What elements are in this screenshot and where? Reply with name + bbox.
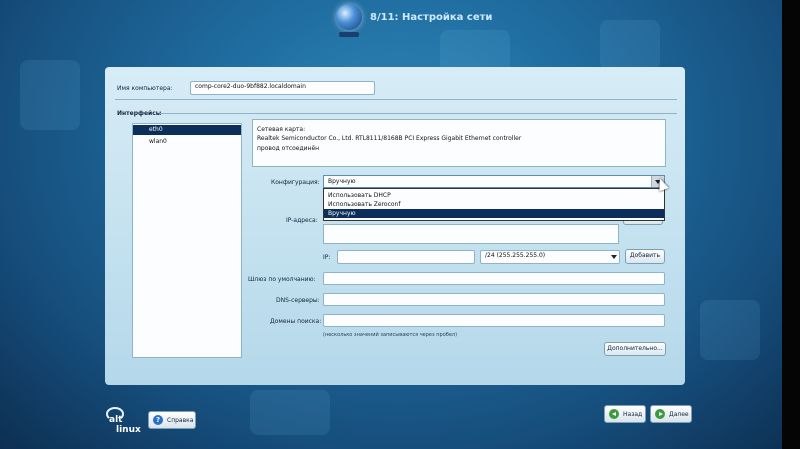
logo-text-linux: linux bbox=[116, 425, 141, 435]
logo-text-alt: alt bbox=[109, 415, 123, 425]
configuration-dropdown[interactable]: Использовать DHCP Использовать Zeroconf … bbox=[323, 188, 665, 221]
back-button[interactable]: Назад bbox=[604, 405, 646, 423]
interface-label: wlan0 bbox=[149, 138, 167, 145]
computer-name-field[interactable]: comp-core2-duo-9bf882.localdomain bbox=[190, 81, 375, 95]
option-label: Вручную bbox=[328, 210, 356, 217]
dns-label: DNS-серверы: bbox=[276, 297, 320, 304]
help-icon: ? bbox=[153, 415, 163, 425]
background-decoration bbox=[600, 20, 660, 70]
alt-linux-logo: alt linux bbox=[106, 407, 146, 437]
next-button[interactable]: Далее bbox=[650, 405, 692, 423]
netmask-select[interactable]: /24 (255.255.255.0) bbox=[480, 250, 620, 264]
page-title: 8/11: Настройка сети bbox=[370, 12, 493, 23]
interfaces-heading: Интерфейсы bbox=[117, 110, 162, 117]
card-info-model: Realtek Semiconductor Co., Ltd. RTL8111/… bbox=[257, 135, 522, 142]
network-card-info: Сетевая карта: Realtek Semiconductor Co.… bbox=[252, 119, 666, 167]
add-ip-button[interactable]: Добавить bbox=[625, 249, 665, 264]
chevron-down-icon[interactable] bbox=[610, 251, 619, 262]
main-panel: Имя компьютера: comp-core2-duo-9bf882.lo… bbox=[105, 67, 685, 385]
configuration-label: Конфигурация: bbox=[271, 179, 320, 186]
screen: 8/11: Настройка сети Имя компьютера: com… bbox=[0, 0, 800, 449]
divider bbox=[115, 99, 677, 100]
help-button-label: Справка bbox=[167, 417, 194, 424]
ip-addresses-list[interactable] bbox=[323, 224, 619, 244]
computer-name-value: comp-core2-duo-9bf882.localdomain bbox=[195, 83, 306, 90]
add-button-label: Добавить bbox=[629, 252, 661, 259]
configuration-select[interactable]: Вручную bbox=[323, 175, 665, 188]
divider bbox=[160, 113, 677, 114]
interface-item-wlan0[interactable]: wlan0 bbox=[133, 137, 241, 147]
configuration-value: Вручную bbox=[328, 178, 356, 185]
hint-text: (несколько значений записываются через п… bbox=[323, 332, 458, 338]
dns-input[interactable] bbox=[323, 293, 665, 306]
help-button[interactable]: ? Справка bbox=[148, 411, 196, 429]
search-domains-label: Домены поиска: bbox=[270, 318, 322, 325]
option-manual[interactable]: Вручную bbox=[324, 209, 664, 218]
option-label: Использовать Zeroconf bbox=[328, 201, 401, 208]
back-arrow-icon bbox=[609, 409, 619, 419]
background-decoration bbox=[20, 60, 80, 130]
card-info-heading: Сетевая карта: bbox=[257, 126, 306, 133]
interfaces-list[interactable]: eth0 wlan0 bbox=[132, 123, 242, 358]
next-arrow-icon bbox=[655, 409, 665, 419]
background-decoration bbox=[700, 300, 760, 360]
gateway-input[interactable] bbox=[323, 272, 665, 285]
network-globe-stand bbox=[339, 32, 359, 37]
option-dhcp[interactable]: Использовать DHCP bbox=[324, 191, 664, 200]
interface-label: eth0 bbox=[149, 126, 163, 133]
network-globe-icon bbox=[336, 4, 362, 30]
next-button-label: Далее bbox=[669, 411, 689, 418]
interface-item-eth0[interactable]: eth0 bbox=[133, 125, 241, 135]
gateway-label: Шлюз по умолчанию: bbox=[248, 276, 316, 283]
search-domains-input[interactable] bbox=[323, 314, 665, 327]
advanced-button-label: Дополнительно... bbox=[607, 345, 663, 352]
advanced-button[interactable]: Дополнительно... bbox=[604, 342, 666, 356]
ip-label: IP: bbox=[323, 254, 331, 261]
ip-input[interactable] bbox=[337, 250, 475, 264]
option-label: Использовать DHCP bbox=[328, 192, 391, 199]
netmask-value: /24 (255.255.255.0) bbox=[485, 252, 546, 259]
option-zeroconf[interactable]: Использовать Zeroconf bbox=[324, 200, 664, 209]
background-decoration bbox=[250, 390, 330, 435]
back-button-label: Назад bbox=[623, 411, 643, 418]
card-info-status: провод отсоединён bbox=[257, 145, 320, 152]
computer-name-label: Имя компьютера: bbox=[117, 85, 173, 92]
ip-addresses-label: IP-адреса: bbox=[286, 217, 318, 224]
screen-bezel bbox=[782, 0, 800, 449]
